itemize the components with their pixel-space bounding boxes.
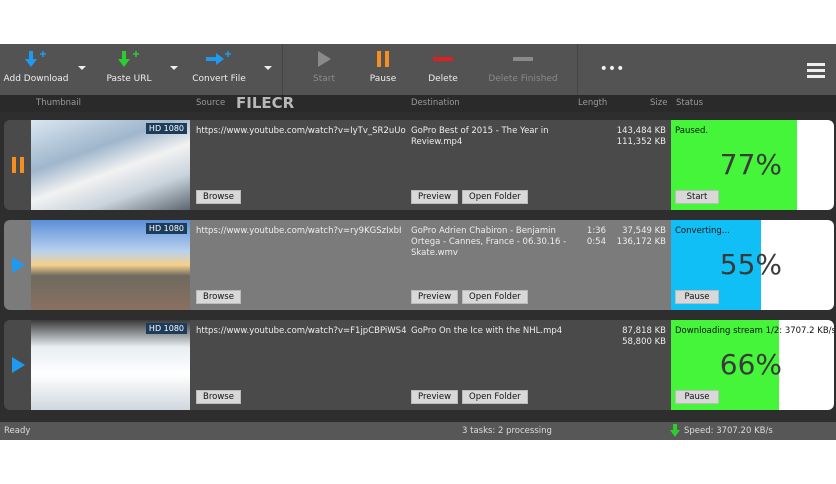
open-folder-button[interactable]: Open Folder [462, 190, 528, 204]
size: 37,549 KB 136,172 KB [616, 226, 666, 247]
pause-task-button[interactable]: Pause [675, 290, 719, 304]
col-length[interactable]: Length [578, 98, 607, 108]
col-size[interactable]: Size [650, 98, 667, 108]
quality-badge: HD 1080 [145, 323, 187, 334]
convert-file-button[interactable]: Convert File [184, 44, 254, 95]
destination-file: GoPro On the Ice with the NHL.mp4 [411, 326, 563, 336]
status-cell: Downloading stream 1/2: 3707.2 KB/s 66% … [671, 320, 834, 410]
download-speed-icon [670, 424, 680, 440]
progress-percent: 55% [719, 248, 782, 281]
delete-finished-button[interactable]: Delete Finished [485, 44, 561, 95]
app-window: Add Download Paste URL Convert File Star… [0, 44, 836, 440]
destination-file: GoPro Best of 2015 - The Year in Review.… [411, 126, 549, 147]
add-download-button[interactable]: Add Download [0, 44, 72, 95]
preview-button[interactable]: Preview [411, 390, 459, 404]
status-text: Downloading stream 1/2: 3707.2 KB/s [675, 326, 834, 336]
size: 143,484 KB 111,352 KB [616, 126, 666, 147]
more-button[interactable]: ••• [592, 44, 632, 95]
browse-button[interactable]: Browse [196, 390, 241, 404]
play-icon [10, 356, 26, 377]
column-header: Thumbnail Source Destination Length Size… [0, 95, 836, 112]
video-thumbnail: HD 1080 [31, 320, 190, 410]
browse-button[interactable]: Browse [196, 190, 241, 204]
open-folder-button[interactable]: Open Folder [462, 390, 528, 404]
paste-url-button[interactable]: Paste URL [94, 44, 164, 95]
delete-icon [401, 44, 485, 74]
size: 87,818 KB 58,800 KB [622, 326, 666, 347]
preview-button[interactable]: Preview [411, 290, 459, 304]
status-text: Converting... [675, 226, 730, 236]
preview-button[interactable]: Preview [411, 190, 459, 204]
source-url: https://www.youtube.com/watch?v=F1jpCBPi… [196, 326, 407, 336]
pause-task-button[interactable]: Pause [675, 390, 719, 404]
toolbar: Add Download Paste URL Convert File Star… [0, 44, 836, 95]
status-bar: Ready 3 tasks: 2 processing Speed: 3707.… [0, 422, 836, 440]
paste-url-icon [94, 44, 164, 74]
add-download-icon [0, 44, 72, 74]
open-folder-button[interactable]: Open Folder [462, 290, 528, 304]
quality-badge: HD 1080 [145, 223, 187, 234]
col-thumbnail[interactable]: Thumbnail [36, 98, 81, 108]
col-status[interactable]: Status [676, 98, 703, 108]
video-thumbnail: HD 1080 [31, 220, 190, 310]
menu-button[interactable] [796, 44, 836, 95]
speed-text: Speed: 3707.20 KB/s [684, 426, 773, 436]
progress-percent: 66% [719, 348, 782, 381]
start-button[interactable]: Start [283, 44, 365, 95]
pause-button[interactable]: Pause [365, 44, 401, 95]
start-task-button[interactable]: Start [675, 190, 719, 204]
play-icon [10, 256, 26, 277]
pause-icon [365, 44, 401, 74]
toolbar-divider [577, 44, 578, 95]
length: 1:36 0:54 [586, 226, 606, 247]
col-destination[interactable]: Destination [411, 98, 460, 108]
task-row[interactable]: HD 1080 https://www.youtube.com/watch?v=… [4, 320, 834, 410]
delete-finished-icon [485, 44, 561, 74]
hamburger-icon [796, 44, 836, 95]
video-thumbnail: HD 1080 [31, 120, 190, 210]
quality-badge: HD 1080 [145, 123, 187, 134]
status-text: Paused. [675, 126, 709, 136]
status-cell: Converting... 55% Pause [671, 220, 834, 310]
play-icon [283, 44, 365, 74]
destination-file: GoPro Adrien Chabiron - Benjamin Ortega … [411, 226, 567, 258]
col-source[interactable]: Source [196, 98, 225, 108]
source-url: https://www.youtube.com/watch?v=IyTv_SR2… [196, 126, 406, 136]
delete-button[interactable]: Delete [401, 44, 485, 95]
browse-button[interactable]: Browse [196, 290, 241, 304]
task-row[interactable]: HD 1080 https://www.youtube.com/watch?v=… [4, 220, 834, 310]
source-url: https://www.youtube.com/watch?v=ry9KGSzI… [196, 226, 402, 236]
watermark: FILECR [236, 94, 295, 112]
paste-url-dropdown[interactable] [164, 44, 184, 95]
task-count: 3 tasks: 2 processing [462, 426, 552, 436]
convert-file-icon [184, 44, 254, 74]
task-row[interactable]: HD 1080 https://www.youtube.com/watch?v=… [4, 120, 834, 210]
ready-text: Ready [4, 426, 31, 436]
convert-file-dropdown[interactable] [254, 44, 282, 95]
pause-icon [10, 156, 26, 177]
status-cell: Paused. 77% Start [671, 120, 834, 210]
progress-percent: 77% [719, 148, 782, 181]
add-download-dropdown[interactable] [72, 44, 94, 95]
